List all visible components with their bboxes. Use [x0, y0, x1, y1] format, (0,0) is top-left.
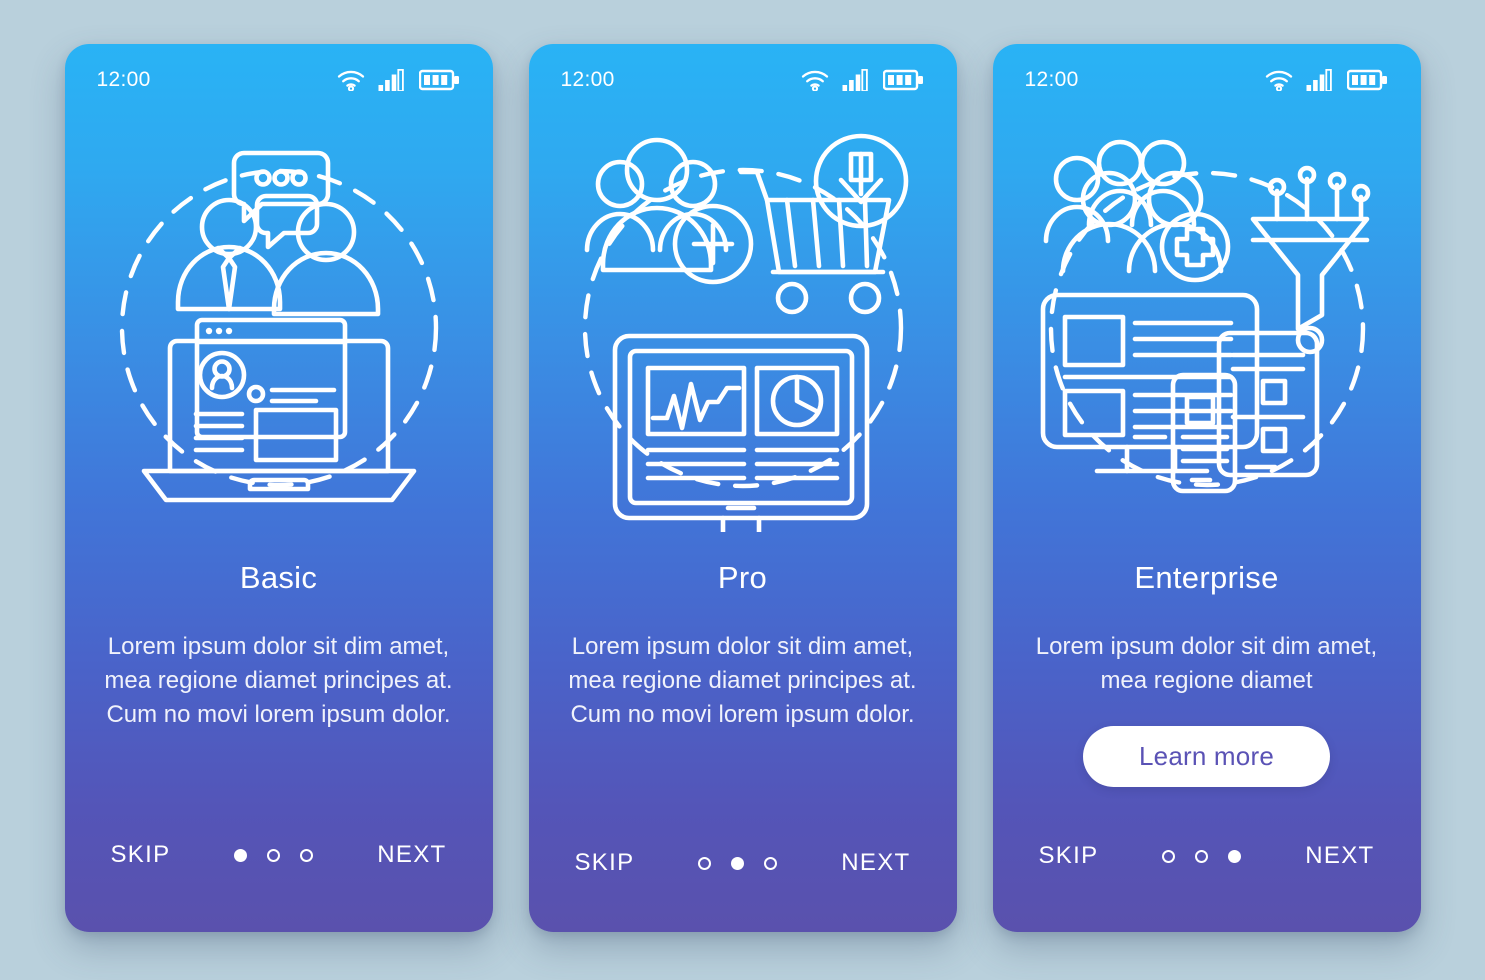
screen-description: Lorem ipsum dolor sit dim amet, mea regi… [1035, 633, 1378, 695]
cta-row: Learn more [993, 726, 1421, 788]
pagination-dot-1[interactable] [234, 848, 248, 862]
flex-spacer [65, 732, 493, 836]
status-bar-icons [801, 69, 925, 91]
users-cart-analytics-icon [582, 133, 908, 532]
status-bar-clock: 12:00 [560, 68, 615, 91]
wifi-icon [801, 70, 828, 91]
wifi-icon [1265, 70, 1292, 91]
skip-button[interactable]: SKIP [573, 843, 637, 883]
screen-description: Lorem ipsum dolor sit dim amet, mea regi… [568, 633, 917, 729]
signal-icon [378, 69, 404, 91]
pagination-dot-1[interactable] [1162, 849, 1176, 863]
status-bar: 12:00 [993, 44, 1421, 106]
screen-title: Basic [239, 560, 318, 595]
next-button[interactable]: NEXT [1303, 836, 1376, 876]
bottom-navigation: SKIP NEXT [529, 836, 957, 932]
status-bar-clock: 12:00 [1024, 68, 1079, 91]
signal-icon [842, 69, 868, 91]
wifi-icon [337, 70, 364, 91]
users-funnel-devices-icon [1040, 139, 1370, 494]
status-bar-icons [1265, 69, 1389, 91]
flex-spacer [529, 732, 957, 836]
next-button[interactable]: NEXT [839, 843, 912, 883]
team-chat-laptop-icon [119, 150, 438, 503]
pagination-dots [1162, 849, 1242, 863]
battery-icon [882, 69, 923, 91]
screen-title: Enterprise [1134, 560, 1279, 595]
onboarding-screen-pro: 12:00 Pro Lorem ipsum dolor sit dim amet… [528, 44, 957, 932]
status-bar-clock: 12:00 [96, 68, 151, 91]
illustration-enterprise [993, 106, 1421, 552]
onboarding-screens-stage: 12:00 Basic Lorem ipsum dolor sit dim am… [0, 0, 1485, 980]
battery-icon [1346, 69, 1387, 91]
status-bar-icons [337, 69, 461, 91]
pagination-dot-2[interactable] [1195, 849, 1209, 863]
learn-more-button[interactable]: Learn more [1083, 726, 1330, 788]
bottom-navigation: SKIP NEXT [65, 836, 493, 932]
skip-button[interactable]: SKIP [109, 835, 173, 875]
bottom-navigation: SKIP NEXT [993, 836, 1421, 932]
battery-icon [418, 69, 459, 91]
pagination-dot-3[interactable] [300, 848, 314, 862]
pagination-dot-3[interactable] [1228, 849, 1242, 863]
screen-title: Pro [717, 560, 768, 595]
pagination-dot-3[interactable] [764, 856, 778, 870]
next-button[interactable]: NEXT [375, 835, 448, 875]
status-bar: 12:00 [65, 44, 493, 106]
skip-button[interactable]: SKIP [1037, 836, 1101, 876]
pagination-dots [698, 856, 778, 870]
status-bar: 12:00 [529, 44, 957, 106]
pagination-dots [234, 848, 314, 862]
onboarding-screen-enterprise: 12:00 Enterprise Lorem ipsum dolor sit d… [992, 44, 1421, 932]
pagination-dot-2[interactable] [731, 856, 745, 870]
flex-spacer [993, 787, 1421, 836]
pagination-dot-1[interactable] [698, 856, 712, 870]
illustration-basic [65, 106, 493, 552]
screen-description: Lorem ipsum dolor sit dim amet, mea regi… [104, 633, 453, 729]
signal-icon [1306, 69, 1332, 91]
pagination-dot-2[interactable] [267, 848, 281, 862]
illustration-pro [529, 106, 957, 552]
onboarding-screen-basic: 12:00 Basic Lorem ipsum dolor sit dim am… [64, 44, 493, 932]
